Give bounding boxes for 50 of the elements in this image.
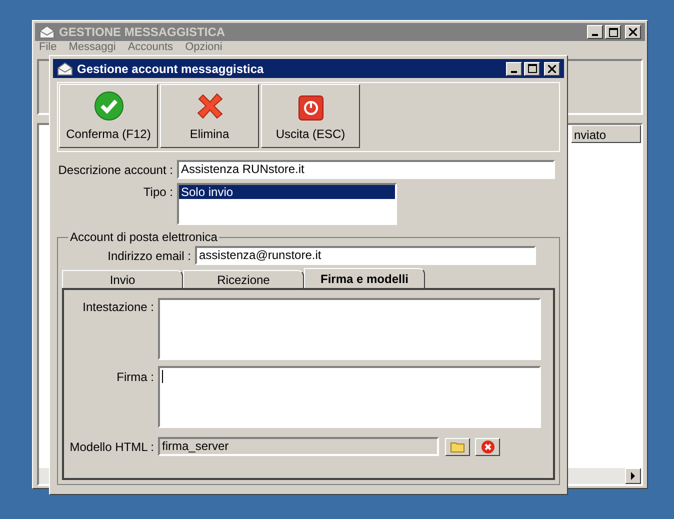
field-label: Indirizzo email :	[106, 248, 192, 264]
clear-button[interactable]	[475, 438, 500, 456]
menu-item[interactable]: Messaggi	[68, 41, 116, 53]
power-icon	[298, 95, 324, 121]
minimize-button[interactable]	[587, 25, 603, 39]
toolbar-button[interactable]: Conferma (F12)	[59, 84, 158, 148]
maximize-button[interactable]	[605, 25, 621, 39]
window-title: Gestione account messaggistica	[77, 60, 265, 78]
scroll-right-button[interactable]	[625, 468, 641, 484]
header-textarea[interactable]	[158, 298, 541, 360]
toolbar-button[interactable]: Elimina	[160, 84, 259, 148]
maximize-icon	[528, 64, 536, 73]
template-field[interactable]: firma_server	[158, 437, 439, 456]
group-legend: Account di posta elettronica	[68, 230, 220, 244]
minimize-icon	[511, 70, 517, 72]
field-label: Descrizione account :	[57, 162, 174, 178]
tab[interactable]: Ricezione	[183, 270, 304, 288]
column-header[interactable]: nviato	[571, 125, 641, 143]
tab[interactable]: Firma e modelli	[304, 268, 425, 288]
field-label: Intestazione :	[82, 299, 155, 316]
right-arrow-icon	[630, 472, 636, 480]
field-label: Firma :	[116, 369, 155, 386]
field-label: Modello HTML :	[68, 438, 155, 456]
minimize-icon	[592, 34, 598, 36]
maximize-icon	[608, 28, 618, 36]
field-label: Tipo :	[142, 184, 174, 201]
close-icon	[548, 64, 556, 72]
close-button[interactable]	[625, 25, 641, 39]
menu-item[interactable]: File	[39, 41, 57, 53]
signature-textarea[interactable]	[158, 366, 541, 428]
description-field[interactable]: Assistenza RUNstore.it	[177, 160, 555, 179]
browse-button[interactable]	[445, 438, 470, 456]
tab[interactable]: Invio	[62, 270, 183, 288]
maximize-button[interactable]	[524, 62, 540, 76]
window-title: GESTIONE MESSAGGISTICA	[59, 24, 226, 41]
email-field[interactable]: assistenza@runstore.it	[195, 246, 536, 265]
envelope-icon	[57, 62, 73, 76]
toolbar-button[interactable]: Uscita (ESC)	[261, 84, 360, 148]
minimize-button[interactable]	[506, 62, 522, 76]
menu-item[interactable]: Opzioni	[185, 41, 222, 53]
checkmark-icon	[94, 91, 124, 121]
cross-icon	[194, 91, 224, 121]
menu-item[interactable]: Accounts	[128, 41, 174, 53]
close-icon	[629, 28, 637, 36]
list-option[interactable]: Solo invio	[179, 185, 395, 199]
folder-icon	[450, 440, 466, 452]
text-cursor	[162, 370, 163, 383]
cancel-icon	[480, 440, 494, 454]
type-listbox[interactable]: Solo invio	[177, 183, 397, 225]
close-button[interactable]	[544, 62, 560, 76]
